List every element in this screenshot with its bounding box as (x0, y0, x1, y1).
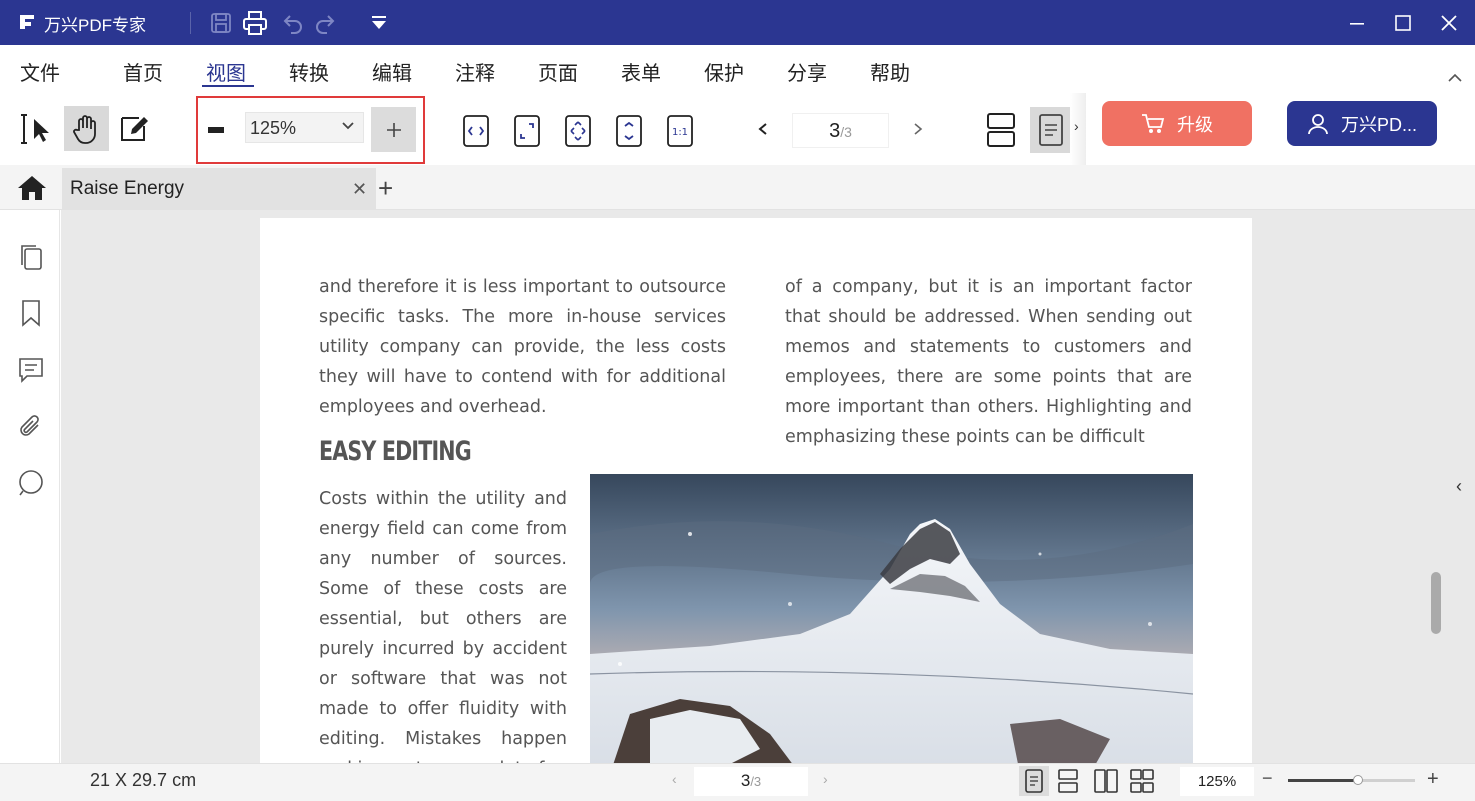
account-label: 万兴PD... (1340, 114, 1417, 135)
thumbnails-icon[interactable] (16, 242, 46, 272)
chevron-down-icon (342, 122, 354, 130)
fit-width-icon[interactable] (459, 112, 493, 150)
status-zoom-out-icon[interactable]: − (1262, 768, 1273, 789)
close-button[interactable] (1432, 6, 1466, 40)
attachment-icon[interactable] (16, 412, 46, 442)
toolbar-more-icon[interactable]: › (1074, 118, 1079, 134)
new-tab-icon[interactable]: + (378, 174, 393, 202)
account-button[interactable]: 万兴PD... (1287, 101, 1437, 146)
minimize-button[interactable] (1340, 6, 1374, 40)
menu-home[interactable]: 首页 (123, 57, 163, 86)
title-divider (190, 12, 191, 34)
user-icon (1308, 113, 1328, 134)
cart-icon (1142, 113, 1165, 133)
zoom-slider[interactable] (1288, 775, 1415, 785)
zoom-select-value: 125% (250, 118, 297, 138)
menu-share[interactable]: 分享 (787, 57, 827, 86)
menu-convert[interactable]: 转换 (289, 57, 329, 86)
menu-comment[interactable]: 注释 (455, 57, 495, 86)
two-page-continuous-view-icon[interactable] (1127, 766, 1157, 796)
fit-page-icon[interactable] (510, 112, 544, 150)
actual-size-icon[interactable]: 1:1 (663, 112, 697, 150)
quick-access-dropdown-icon[interactable] (364, 8, 394, 38)
vertical-scrollbar[interactable] (1431, 572, 1441, 634)
total-pages: /3 (840, 124, 852, 140)
undo-icon[interactable] (278, 8, 308, 38)
status-next-page-icon[interactable]: › (823, 771, 828, 787)
edit-tool-icon[interactable] (114, 108, 154, 150)
app-title: 万兴PDF专家 (44, 16, 146, 35)
status-total-pages: /3 (750, 774, 762, 789)
app-logo-icon (20, 15, 34, 29)
zoom-in-button[interactable] (371, 107, 416, 152)
redo-icon[interactable] (310, 8, 340, 38)
collapse-right-panel-icon[interactable]: ‹ (1456, 476, 1462, 497)
status-zoom-value[interactable]: 125% (1180, 767, 1254, 796)
select-tool-icon[interactable] (19, 108, 57, 150)
zoom-slider-fill (1288, 779, 1358, 782)
paragraph-right: of a company, but it is an important fac… (785, 277, 1192, 447)
page-size-label: 21 X 29.7 cm (90, 770, 197, 790)
comments-icon[interactable] (16, 355, 46, 385)
menu-page[interactable]: 页面 (538, 57, 578, 86)
fit-height-icon[interactable] (612, 112, 646, 150)
zoom-slider-handle[interactable] (1352, 775, 1363, 785)
document-viewport[interactable]: and therefore it is less important to ou… (61, 210, 1475, 765)
next-page-button[interactable] (907, 118, 929, 140)
menu-view[interactable]: 视图 (206, 57, 246, 86)
mountain-photo (590, 474, 1193, 765)
single-page-view-icon[interactable] (1019, 766, 1049, 796)
status-current-page: 3 (740, 771, 751, 790)
paragraph-left: and therefore it is less important to ou… (319, 277, 726, 417)
upgrade-label: 升级 (1177, 114, 1213, 135)
menu-file[interactable]: 文件 (20, 57, 60, 86)
current-page: 3 (829, 120, 841, 142)
collapse-ribbon-icon[interactable] (1447, 72, 1463, 84)
save-icon[interactable] (206, 8, 236, 38)
home-tab-icon[interactable] (16, 174, 48, 202)
maximize-button[interactable] (1386, 6, 1420, 40)
upgrade-button[interactable]: 升级 (1102, 101, 1252, 146)
page-number-input[interactable]: 3/3 (792, 113, 889, 148)
continuous-view-icon[interactable] (1053, 766, 1083, 796)
section-heading: EASY EDITING (319, 436, 472, 467)
menu-active-indicator (202, 85, 254, 87)
status-page-input[interactable]: 3/3 (694, 767, 808, 796)
close-tab-icon[interactable]: ✕ (352, 179, 367, 200)
print-icon[interactable] (240, 8, 270, 38)
zoom-select[interactable]: 125% (245, 112, 364, 143)
left-sidebar (0, 210, 60, 765)
menu-edit[interactable]: 编辑 (372, 57, 412, 86)
continuous-layout-icon[interactable] (982, 110, 1020, 150)
menu-help[interactable]: 帮助 (870, 57, 910, 86)
menu-protect[interactable]: 保护 (704, 57, 744, 86)
hand-tool-icon[interactable] (64, 106, 109, 151)
single-page-layout-icon[interactable] (1030, 107, 1072, 153)
full-screen-icon[interactable] (561, 112, 595, 150)
search-icon[interactable] (16, 468, 46, 498)
document-tab[interactable]: Raise Energy ✕ (62, 168, 376, 210)
bookmark-icon[interactable] (16, 298, 46, 328)
title-bar: 万兴PDF专家 (0, 0, 1475, 45)
two-page-view-icon[interactable] (1091, 766, 1121, 796)
status-zoom-in-icon[interactable]: + (1427, 768, 1439, 791)
pdf-page: and therefore it is less important to ou… (260, 218, 1252, 765)
paragraph-narrow: Costs within the utility and energy fiel… (319, 489, 567, 765)
document-tab-title: Raise Energy (70, 178, 185, 199)
menu-form[interactable]: 表单 (621, 57, 661, 86)
prev-page-button[interactable] (752, 118, 774, 140)
status-prev-page-icon[interactable]: ‹ (672, 771, 677, 787)
zoom-out-button[interactable] (202, 116, 230, 144)
svg-text:1:1: 1:1 (672, 127, 688, 138)
